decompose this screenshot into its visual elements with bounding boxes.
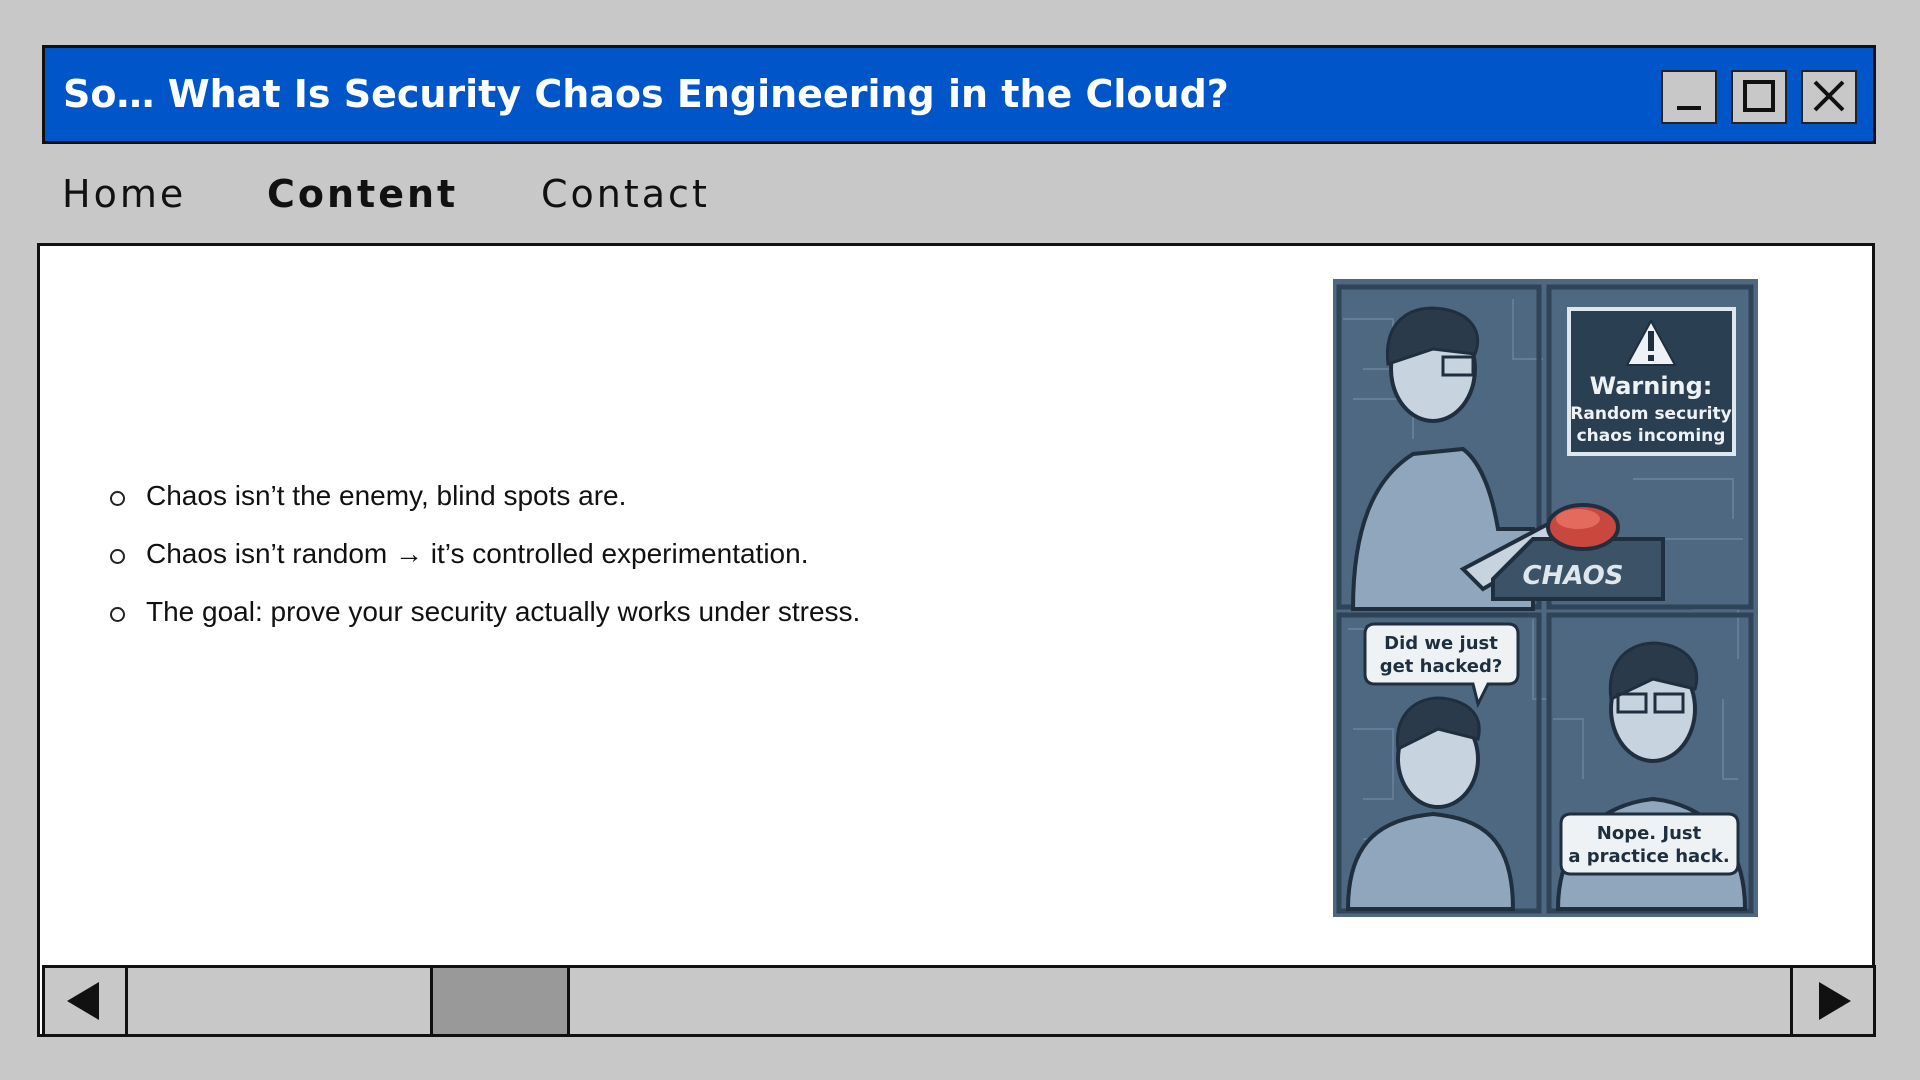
svg-text:Random security: Random security — [1570, 404, 1731, 424]
arrow-right-icon — [1819, 982, 1851, 1020]
svg-text:get hacked?: get hacked? — [1380, 656, 1503, 677]
comic-illustration: CHAOS Warning: Random security chaos inc… — [1333, 279, 1758, 917]
bullet-icon — [110, 607, 125, 622]
list-item: Chaos isn’t the enemy, blind spots are. — [108, 478, 860, 536]
scroll-right-button[interactable] — [1790, 968, 1873, 1034]
list-item: Chaos isn’t random → it’s controlled exp… — [108, 536, 860, 594]
arrow-left-icon — [67, 982, 99, 1020]
bullet-list: Chaos isn’t the enemy, blind spots are. … — [108, 478, 860, 652]
svg-text:chaos incoming: chaos incoming — [1577, 426, 1726, 446]
svg-text:Warning:: Warning: — [1590, 372, 1713, 400]
window-titlebar[interactable]: So… What Is Security Chaos Engineering i… — [42, 45, 1876, 144]
svg-text:a practice hack.: a practice hack. — [1568, 846, 1729, 867]
minimize-button[interactable] — [1661, 70, 1717, 124]
list-item: The goal: prove your security actually w… — [108, 594, 860, 652]
window-title: So… What Is Security Chaos Engineering i… — [63, 72, 1229, 116]
minimize-icon — [1677, 106, 1701, 110]
svg-text:Nope. Just: Nope. Just — [1597, 823, 1702, 844]
scroll-left-button[interactable] — [45, 968, 128, 1034]
maximize-button[interactable] — [1731, 70, 1787, 124]
close-icon — [1813, 80, 1845, 112]
horizontal-scrollbar[interactable] — [42, 965, 1876, 1037]
bullet-icon — [110, 549, 125, 564]
nav-home[interactable]: Home — [62, 172, 186, 216]
close-button[interactable] — [1801, 70, 1857, 124]
svg-text:Did we just: Did we just — [1384, 633, 1498, 654]
bullet-icon — [110, 491, 125, 506]
warning-sign: Warning: Random security chaos incoming — [1567, 307, 1736, 456]
content-panel: Chaos isn’t the enemy, blind spots are. … — [37, 243, 1875, 1037]
nav-content[interactable]: Content — [267, 172, 458, 216]
scroll-thumb[interactable] — [430, 968, 570, 1034]
nav-contact[interactable]: Contact — [541, 172, 710, 216]
svg-text:CHAOS: CHAOS — [1523, 561, 1624, 591]
maximize-icon — [1743, 80, 1775, 112]
speech-bubble-right: Nope. Just a practice hack. — [1559, 812, 1740, 876]
